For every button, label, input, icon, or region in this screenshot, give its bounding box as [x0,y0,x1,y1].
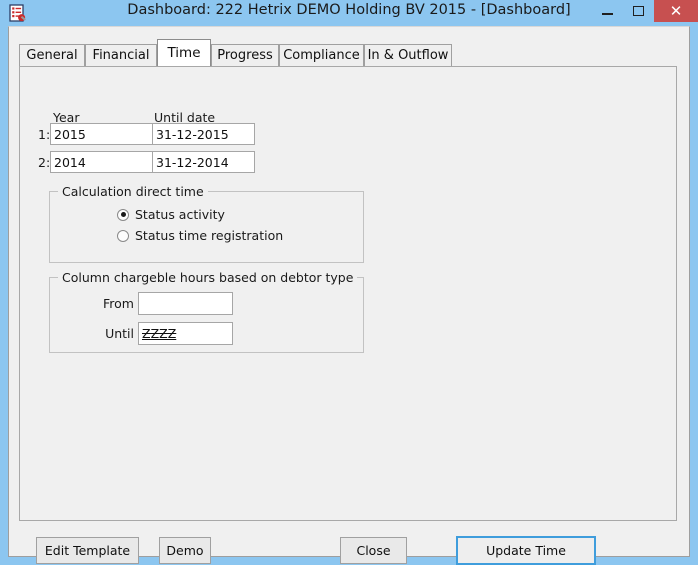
from-label: From [103,296,134,311]
year-2-input[interactable] [50,151,153,173]
application-window: Dashboard: 222 Hetrix DEMO Holding BV 20… [0,0,698,565]
debtor-type-from-input[interactable] [138,292,233,315]
radio-status-activity-label: Status activity [135,207,225,222]
year-1-input[interactable] [50,123,153,145]
minimize-button[interactable] [592,0,623,22]
tab-time[interactable]: Time [157,39,211,66]
radio-status-time-registration-label: Status time registration [135,228,284,243]
maximize-button[interactable] [623,0,654,22]
close-window-button[interactable]: ✕ [654,0,698,22]
row-2-label: 2: [38,155,51,170]
tab-compliance[interactable]: Compliance [279,44,364,66]
debtor-type-until-input[interactable] [138,322,233,345]
until-date-1-input[interactable] [152,123,255,145]
until-date-2-input[interactable] [152,151,255,173]
close-button[interactable]: Close [340,537,407,564]
tab-strip: General Financial Time Progress Complian… [19,39,679,66]
row-1-label: 1: [38,127,51,142]
tab-progress[interactable]: Progress [211,44,279,66]
title-bar: Dashboard: 222 Hetrix DEMO Holding BV 20… [0,0,698,26]
maximize-icon [633,6,644,16]
dialog-client-area: General Financial Time Progress Complian… [8,26,690,565]
minimize-icon [602,13,613,15]
tab-in-outflow[interactable]: In & Outflow [364,44,452,66]
until-label: Until [105,326,134,341]
calculation-group-title: Calculation direct time [58,184,208,199]
demo-button[interactable]: Demo [159,537,211,564]
column-group-title: Column chargeble hours based on debtor t… [58,270,358,285]
calculation-direct-time-group: Calculation direct time Status activity … [49,184,364,263]
radio-status-time-registration[interactable]: Status time registration [117,228,283,243]
column-chargeble-hours-group: Column chargeble hours based on debtor t… [49,270,364,353]
radio-unselected-icon [117,229,129,242]
tab-general[interactable]: General [19,44,85,66]
radio-status-activity[interactable]: Status activity [117,207,225,222]
time-tab-panel: Year Until date 1: 2: Calculation direct… [19,66,677,521]
edit-template-button[interactable]: Edit Template [36,537,139,564]
tab-financial[interactable]: Financial [85,44,157,66]
update-time-button[interactable]: Update Time [456,536,596,565]
radio-selected-icon [117,208,129,221]
close-icon: ✕ [669,1,683,20]
